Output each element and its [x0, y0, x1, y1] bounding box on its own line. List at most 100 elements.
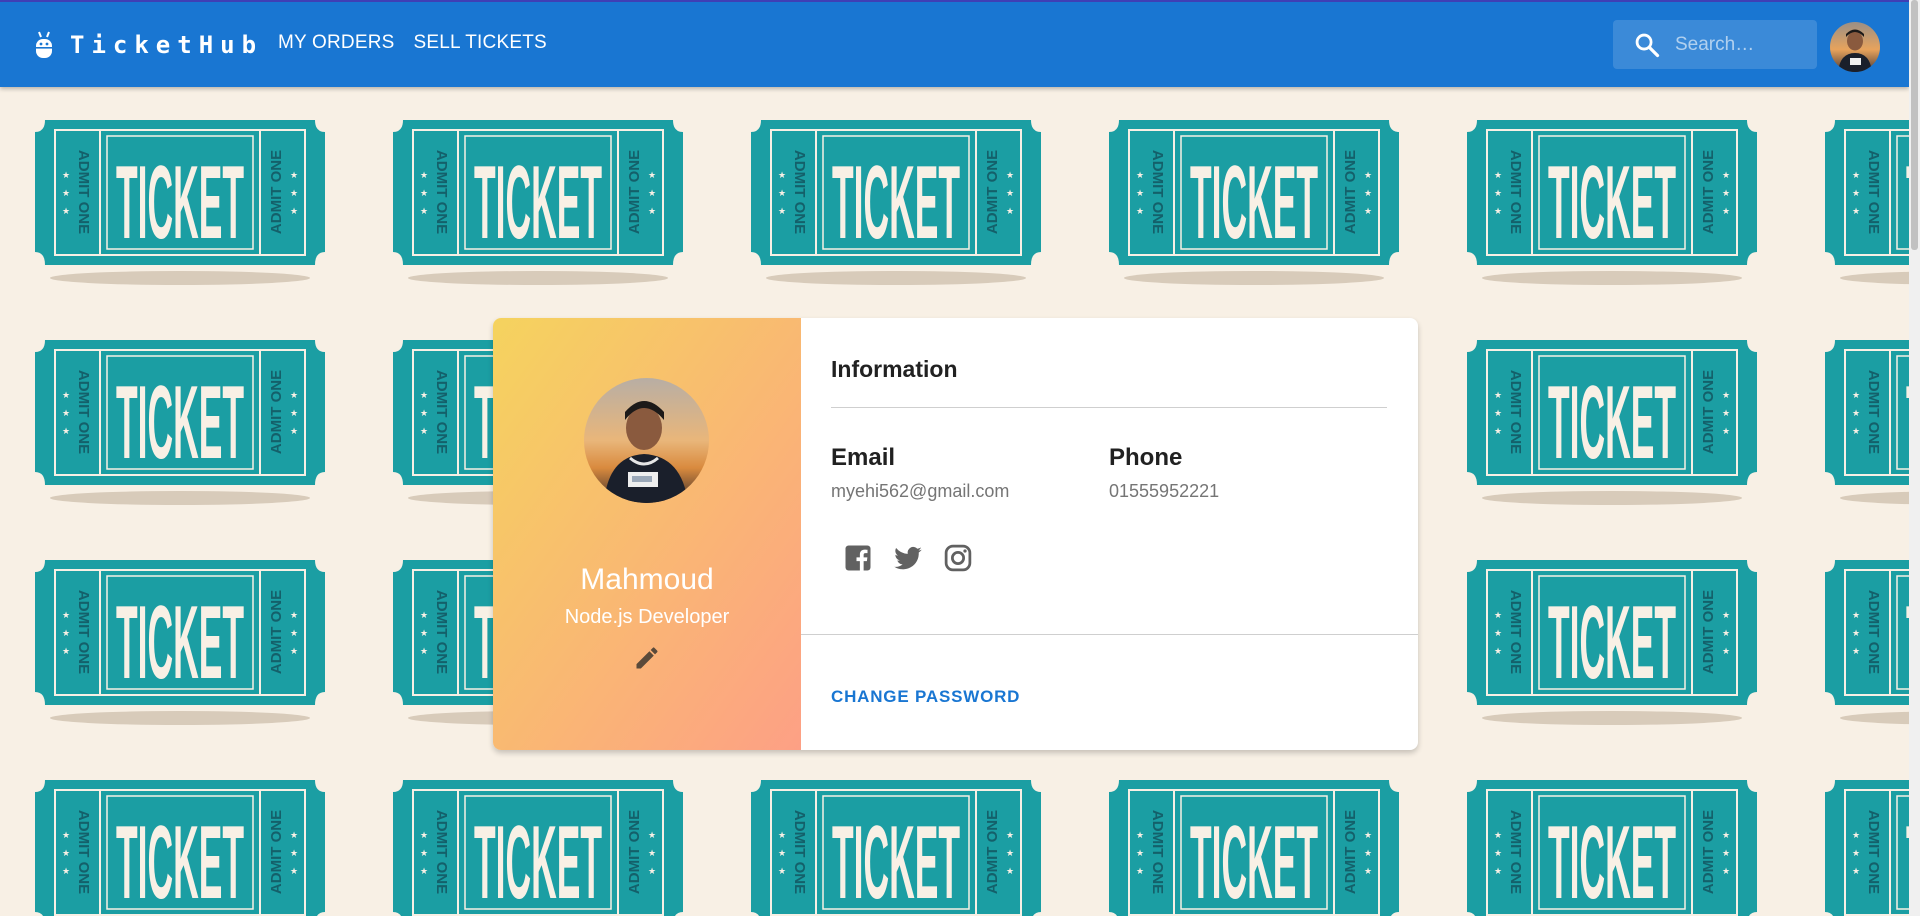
svg-text:★: ★ — [420, 610, 428, 620]
email-value: myehi562@gmail.com — [831, 481, 1010, 501]
svg-text:★: ★ — [62, 830, 70, 840]
svg-text:ADMIT ONE: ADMIT ONE — [1342, 150, 1359, 234]
instagram-icon[interactable] — [943, 543, 973, 573]
svg-text:★: ★ — [420, 848, 428, 858]
svg-text:TICKET: TICKET — [116, 365, 244, 481]
svg-text:★: ★ — [1722, 610, 1730, 620]
svg-text:★: ★ — [1494, 170, 1502, 180]
svg-text:ADMIT ONE: ADMIT ONE — [75, 590, 92, 674]
svg-text:ADMIT ONE: ADMIT ONE — [1700, 150, 1717, 234]
svg-text:★: ★ — [1006, 188, 1014, 198]
svg-text:★: ★ — [290, 188, 298, 198]
ticket-graphic: TICKET ADMIT ONE ADMIT ONE ★ ★ ★ ★ ★ ★ — [751, 120, 1041, 288]
svg-text:★: ★ — [420, 188, 428, 198]
svg-text:ADMIT ONE: ADMIT ONE — [1865, 590, 1882, 674]
svg-text:★: ★ — [290, 628, 298, 638]
user-avatar[interactable] — [1830, 22, 1880, 72]
svg-text:★: ★ — [1722, 646, 1730, 656]
svg-text:TICKET: TICKET — [1190, 805, 1318, 916]
svg-text:★: ★ — [420, 866, 428, 876]
svg-text:★: ★ — [778, 830, 786, 840]
scrollbar-thumb[interactable] — [1911, 0, 1918, 250]
svg-text:★: ★ — [420, 628, 428, 638]
svg-text:★: ★ — [1722, 170, 1730, 180]
phone-label: Phone — [1109, 444, 1183, 471]
svg-text:ADMIT ONE: ADMIT ONE — [984, 810, 1001, 894]
svg-text:★: ★ — [1364, 848, 1372, 858]
svg-text:TICKET: TICKET — [1548, 805, 1676, 916]
ticket-graphic: TICKET ADMIT ONE ADMIT ONE ★ ★ ★ ★ ★ ★ — [1467, 780, 1757, 916]
ticket-graphic: TICKET ADMIT ONE ADMIT ONE ★ ★ ★ ★ ★ ★ — [1109, 780, 1399, 916]
svg-text:★: ★ — [1494, 426, 1502, 436]
user-photo — [1830, 22, 1880, 72]
svg-text:★: ★ — [1722, 426, 1730, 436]
svg-text:ADMIT ONE: ADMIT ONE — [268, 810, 285, 894]
svg-text:★: ★ — [1364, 206, 1372, 216]
svg-text:TICKET: TICKET — [1190, 145, 1318, 261]
brand[interactable]: TicketHub — [34, 30, 263, 60]
svg-text:★: ★ — [290, 610, 298, 620]
svg-text:★: ★ — [420, 426, 428, 436]
svg-text:ADMIT ONE: ADMIT ONE — [1700, 370, 1717, 454]
svg-text:ADMIT ONE: ADMIT ONE — [433, 150, 450, 234]
svg-text:★: ★ — [1722, 206, 1730, 216]
svg-text:★: ★ — [778, 188, 786, 198]
svg-text:★: ★ — [290, 866, 298, 876]
svg-text:★: ★ — [1006, 848, 1014, 858]
search-input[interactable] — [1673, 32, 1817, 57]
svg-text:★: ★ — [1852, 866, 1860, 876]
svg-text:★: ★ — [1006, 206, 1014, 216]
svg-text:★: ★ — [1852, 408, 1860, 418]
svg-text:★: ★ — [1852, 426, 1860, 436]
svg-text:★: ★ — [1136, 188, 1144, 198]
svg-text:ADMIT ONE: ADMIT ONE — [1865, 150, 1882, 234]
android-logo-icon — [36, 31, 52, 58]
divider — [801, 634, 1418, 635]
svg-text:★: ★ — [778, 170, 786, 180]
search-box[interactable] — [1613, 20, 1817, 69]
information-title: Information — [831, 356, 958, 382]
svg-text:★: ★ — [1494, 206, 1502, 216]
change-password-button[interactable]: CHANGE PASSWORD — [831, 687, 1020, 707]
svg-text:★: ★ — [1494, 408, 1502, 418]
facebook-icon[interactable] — [843, 543, 873, 573]
svg-text:★: ★ — [1852, 170, 1860, 180]
svg-text:ADMIT ONE: ADMIT ONE — [1507, 370, 1524, 454]
user-role: Node.js Developer — [564, 606, 730, 628]
scrollbar[interactable] — [1909, 0, 1920, 916]
svg-text:★: ★ — [1494, 830, 1502, 840]
svg-text:★: ★ — [1722, 848, 1730, 858]
svg-text:TICKET: TICKET — [1548, 145, 1676, 261]
svg-text:★: ★ — [1852, 848, 1860, 858]
svg-text:★: ★ — [1852, 628, 1860, 638]
svg-text:★: ★ — [420, 646, 428, 656]
svg-text:★: ★ — [1494, 188, 1502, 198]
svg-text:★: ★ — [290, 830, 298, 840]
svg-text:TICKET: TICKET — [1548, 585, 1676, 701]
svg-text:TICKET: TICKET — [1548, 365, 1676, 481]
divider — [831, 407, 1387, 408]
svg-text:★: ★ — [1364, 866, 1372, 876]
information-panel: Information Email myehi562@gmail.com Pho… — [801, 318, 1418, 750]
svg-text:★: ★ — [62, 646, 70, 656]
svg-text:★: ★ — [1722, 188, 1730, 198]
svg-text:★: ★ — [290, 170, 298, 180]
ticket-graphic: TICKET ADMIT ONE ADMIT ONE ★ ★ ★ ★ ★ ★ — [35, 560, 325, 728]
svg-text:★: ★ — [1852, 830, 1860, 840]
svg-text:★: ★ — [1494, 610, 1502, 620]
nav-sell-tickets[interactable]: SELL TICKETS — [414, 32, 547, 54]
ticket-graphic: TICKET ADMIT ONE ADMIT ONE ★ ★ ★ ★ ★ ★ — [35, 120, 325, 288]
twitter-icon[interactable] — [893, 543, 923, 573]
svg-text:★: ★ — [1852, 646, 1860, 656]
nav-links: MY ORDERS SELL TICKETS — [278, 32, 547, 54]
svg-text:ADMIT ONE: ADMIT ONE — [1507, 810, 1524, 894]
svg-text:★: ★ — [290, 426, 298, 436]
svg-text:★: ★ — [648, 866, 656, 876]
svg-text:★: ★ — [1136, 866, 1144, 876]
edit-pencil-icon[interactable] — [633, 644, 661, 672]
svg-text:★: ★ — [1136, 206, 1144, 216]
nav-my-orders[interactable]: MY ORDERS — [278, 32, 395, 54]
svg-text:★: ★ — [1136, 830, 1144, 840]
svg-text:★: ★ — [648, 848, 656, 858]
svg-text:★: ★ — [290, 646, 298, 656]
